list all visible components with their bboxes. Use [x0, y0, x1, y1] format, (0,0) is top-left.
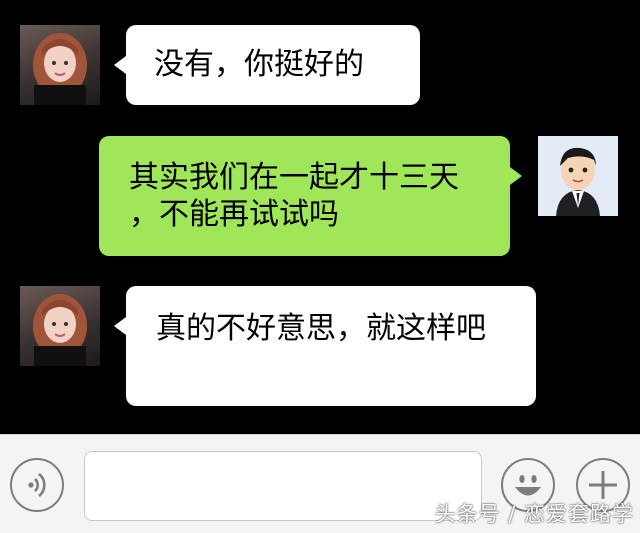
contact-avatar[interactable] — [20, 25, 100, 105]
my-avatar[interactable] — [538, 136, 618, 216]
girl-avatar-image — [33, 33, 87, 105]
message-bubble-received[interactable]: 没有，你挺好的 — [126, 25, 420, 105]
message-text: 其实我们在一起才十三天 ，不能再试试吗 — [129, 160, 459, 232]
voice-icon — [28, 472, 46, 498]
contact-avatar[interactable] — [20, 286, 100, 366]
voice-button[interactable] — [10, 458, 64, 512]
bubble-tail — [114, 56, 126, 74]
watermark-text: 头条号 / 恋爱套路学 — [434, 502, 634, 526]
message-input[interactable] — [84, 451, 482, 521]
message-text: 真的不好意思，就这样吧 — [156, 311, 486, 346]
boy-avatar-image — [538, 136, 618, 216]
message-text: 没有，你挺好的 — [154, 47, 364, 82]
girl-avatar-image — [33, 294, 87, 366]
bubble-tail — [114, 317, 126, 335]
message-bubble-sent[interactable]: 其实我们在一起才十三天 ，不能再试试吗 — [99, 136, 510, 256]
chat-input-bar: 头条号 / 恋爱套路学 — [0, 434, 640, 533]
message-bubble-received[interactable]: 真的不好意思，就这样吧 — [126, 286, 536, 406]
bubble-tail — [510, 167, 522, 185]
